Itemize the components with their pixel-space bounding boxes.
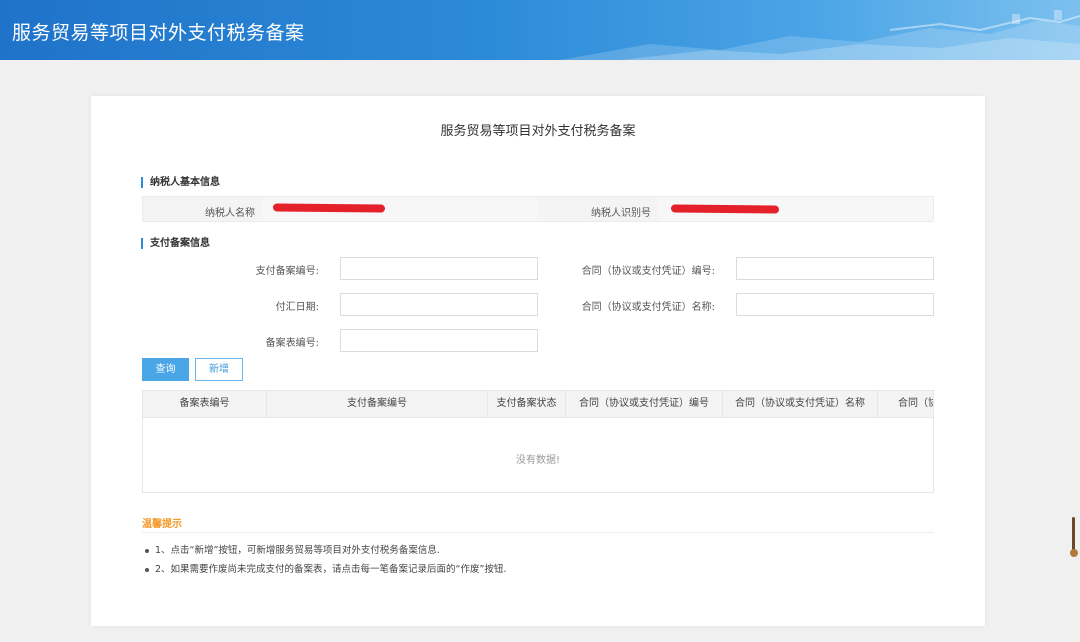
taxpayer-name-label: 纳税人名称: [205, 208, 255, 219]
taxpayer-name-value: [263, 197, 537, 221]
bullet-icon: [145, 567, 149, 572]
payment-section-title: 支付备案信息: [141, 238, 210, 249]
tip-text: 2、如果需要作废尚未完成支付的备案表，请点击每一笔备案记录后面的“作废”按钮.: [155, 564, 507, 575]
payment-filing-no-label: 支付备案编号:: [255, 266, 319, 277]
contract-name-input[interactable]: [736, 293, 934, 316]
redaction-mark: [670, 204, 780, 214]
bullet-icon: [145, 548, 149, 553]
tip-text: 1、点击“新增”按钮，可新增服务贸易等项目对外支付税务备案信息.: [155, 545, 440, 556]
tips-title: 温馨提示: [142, 519, 182, 530]
taxpayer-id-label: 纳税人识别号: [591, 208, 651, 219]
query-button[interactable]: 查询: [142, 358, 189, 381]
page-title: 服务贸易等项目对外支付税务备案: [440, 124, 636, 139]
tip-item: 2、如果需要作废尚未完成支付的备案表，请点击每一笔备案记录后面的“作废”按钮.: [145, 561, 506, 575]
column-header[interactable]: 合同（协议或支付凭证）名称: [723, 391, 878, 417]
remit-date-label: 付汇日期:: [275, 302, 319, 313]
filing-form-no-label: 备案表编号:: [265, 338, 319, 349]
main-card: 服务贸易等项目对外支付税务备案 纳税人基本信息 纳税人名称 纳税人识别号 支付备…: [91, 96, 985, 626]
column-header[interactable]: 支付备案状态: [488, 391, 566, 417]
filing-form-no-input[interactable]: [340, 329, 538, 352]
scrollbar-thumb[interactable]: [1072, 517, 1075, 553]
tip-item: 1、点击“新增”按钮，可新增服务贸易等项目对外支付税务备案信息.: [145, 542, 440, 556]
contract-no-input[interactable]: [736, 257, 934, 280]
redaction-mark: [272, 203, 386, 213]
column-header[interactable]: 支付备案编号: [267, 391, 488, 417]
header-title: 服务贸易等项目对外支付税务备案: [12, 22, 305, 44]
taxpayer-id-value: [659, 197, 933, 221]
taxpayer-section-title: 纳税人基本信息: [141, 177, 220, 188]
column-header[interactable]: 备案表编号: [143, 391, 267, 417]
header-bar: 服务贸易等项目对外支付税务备案: [0, 0, 1080, 60]
remit-date-input[interactable]: [340, 293, 538, 316]
column-header[interactable]: 合同（协: [878, 391, 933, 417]
table-header: 备案表编号 支付备案编号 支付备案状态 合同（协议或支付凭证）编号 合同（协议或…: [143, 391, 933, 418]
column-header[interactable]: 合同（协议或支付凭证）编号: [566, 391, 723, 417]
scrollbar-knob[interactable]: [1070, 549, 1078, 557]
filing-table: 备案表编号 支付备案编号 支付备案状态 合同（协议或支付凭证）编号 合同（协议或…: [142, 390, 934, 493]
great-wall-decoration: [560, 10, 1080, 60]
add-button[interactable]: 新增: [195, 358, 243, 381]
payment-filing-no-input[interactable]: [340, 257, 538, 280]
contract-name-label: 合同（协议或支付凭证）名称:: [581, 302, 715, 313]
contract-no-label: 合同（协议或支付凭证）编号:: [581, 266, 715, 277]
taxpayer-info-row: 纳税人名称 纳税人识别号: [142, 196, 934, 222]
empty-message: 没有数据!: [515, 455, 560, 466]
tips-divider: [142, 532, 934, 533]
